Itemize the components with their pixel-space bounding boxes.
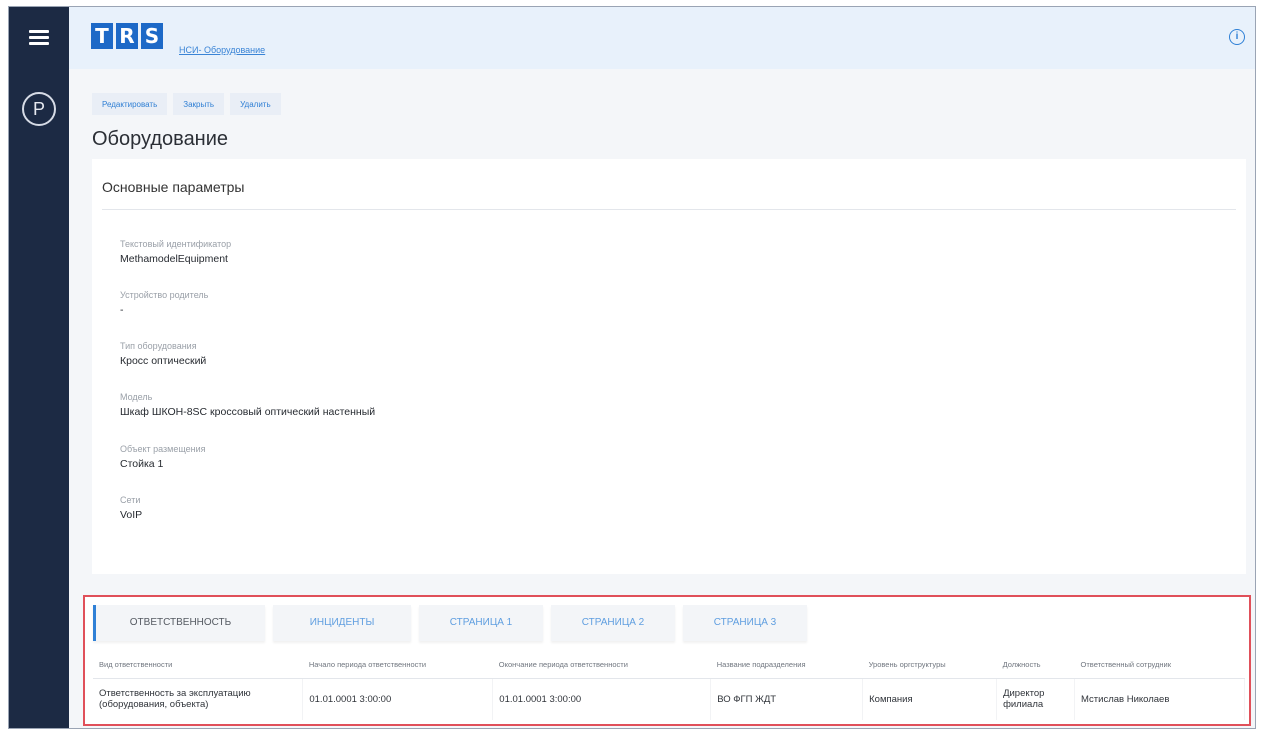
table-cell: Компания [862,678,998,720]
table-header-row: Вид ответственности Начало периода ответ… [93,652,1245,679]
column-header[interactable]: Уровень оргструктуры [862,652,997,679]
field-label: Устройство родитель [120,290,209,300]
field-equipment-type: Тип оборудования Кросс оптический [120,341,206,367]
delete-button[interactable]: Удалить [230,93,281,115]
divider [102,209,1236,210]
close-button[interactable]: Закрыть [173,93,225,115]
responsibility-table: Вид ответственности Начало периода ответ… [93,652,1245,720]
field-parent-device: Устройство родитель - [120,290,208,316]
menu-icon[interactable] [29,30,49,46]
tab-incidents[interactable]: ИНЦИДЕНТЫ [273,605,411,641]
table-cell: 01.01.0001 3:00:00 [302,678,494,720]
field-label: Сети [120,495,141,505]
table-cell: Ответственность за эксплуатацию (оборудо… [93,678,304,720]
table-cell: Директор филиала [996,678,1076,720]
logo-letter: S [141,23,163,49]
avatar[interactable]: P [22,92,56,126]
tab-page-2[interactable]: СТРАНИЦА 2 [551,605,675,641]
field-text-id: Текстовый идентификатор MethamodelEquipm… [120,239,231,265]
column-header[interactable]: Начало периода ответственности [302,652,493,679]
field-label: Текстовый идентификатор [120,239,232,249]
header: T R S НСИ- Оборудование i [69,7,1255,69]
logo-letter: R [116,23,138,49]
page-title: Оборудование [92,128,229,150]
field-networks: Сети VoIP [120,495,142,521]
info-icon[interactable]: i [1229,29,1245,45]
table-row[interactable]: Ответственность за эксплуатацию (оборудо… [93,678,1245,720]
field-label: Модель [120,392,153,402]
app-window: P T R S НСИ- Оборудование i Редактироват… [8,6,1256,729]
field-model: Модель Шкаф ШКОН-8SC кроссовый оптически… [120,392,375,418]
column-header[interactable]: Должность [996,652,1075,679]
field-value: - [120,304,124,316]
tab-page-3[interactable]: СТРАНИЦА 3 [683,605,807,641]
field-value: MethamodelEquipment [120,253,228,265]
field-value: Кросс оптический [120,355,207,367]
field-label: Объект размещения [120,444,206,454]
column-header[interactable]: Окончание периода ответственности [492,652,711,679]
column-header[interactable]: Ответственный сотрудник [1074,652,1245,679]
tab-bar: ОТВЕТСТВЕННОСТЬ ИНЦИДЕНТЫ СТРАНИЦА 1 СТР… [93,605,807,641]
logo: T R S [91,23,163,49]
field-value: Шкаф ШКОН-8SC кроссовый оптический насте… [120,406,376,418]
field-value: VoIP [120,509,143,521]
column-header[interactable]: Название подразделения [710,652,863,679]
field-value: Стойка 1 [120,458,164,470]
tab-responsibility[interactable]: ОТВЕТСТВЕННОСТЬ [93,605,265,641]
action-bar: Редактировать Закрыть Удалить [92,93,281,115]
field-placement-object: Объект размещения Стойка 1 [120,444,206,470]
responsibility-section: ОТВЕТСТВЕННОСТЬ ИНЦИДЕНТЫ СТРАНИЦА 1 СТР… [83,595,1251,726]
breadcrumb[interactable]: НСИ- Оборудование [179,45,265,55]
sidebar: P [9,7,69,728]
field-label: Тип оборудования [120,341,197,351]
edit-button[interactable]: Редактировать [92,93,168,115]
tab-page-1[interactable]: СТРАНИЦА 1 [419,605,543,641]
column-header[interactable]: Вид ответственности [93,652,303,679]
table-cell: Мстислав Николаев [1074,678,1245,720]
params-card: Основные параметры Текстовый идентификат… [92,159,1246,574]
table-cell: ВО ФГП ЖДТ [710,678,864,720]
params-title: Основные параметры [102,179,245,195]
table-cell: 01.01.0001 3:00:00 [492,678,712,720]
logo-letter: T [91,23,113,49]
